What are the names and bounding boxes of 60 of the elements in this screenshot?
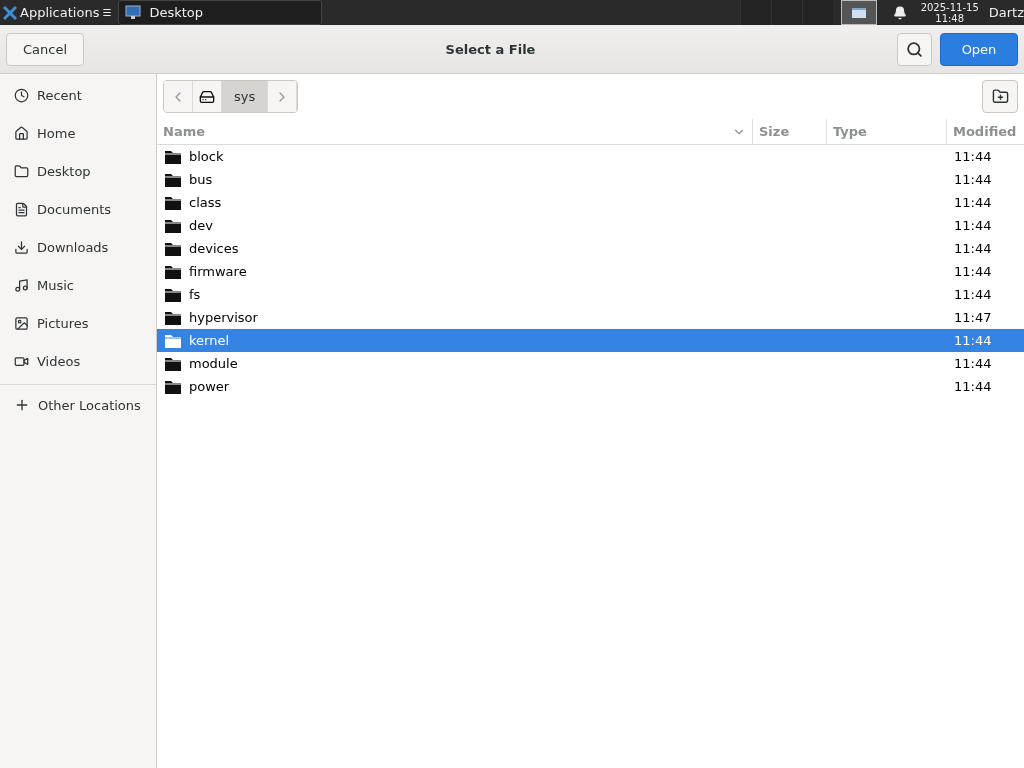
dialog-title: Select a File (444, 41, 537, 57)
drive-button[interactable] (193, 81, 222, 112)
open-button[interactable]: Open (940, 32, 1018, 66)
sidebar-item[interactable]: Downloads (0, 228, 156, 266)
sidebar-item[interactable]: Music (0, 266, 156, 304)
recent-icon (14, 87, 29, 103)
sidebar-item[interactable]: Videos (0, 342, 156, 380)
folder-icon (165, 310, 181, 325)
folder-icon (165, 264, 181, 279)
sidebar-item[interactable]: Pictures (0, 304, 156, 342)
document-icon (14, 201, 29, 217)
clock[interactable]: 2025-11-15 11:48 (920, 1, 979, 24)
folder-icon (14, 163, 29, 179)
file-row[interactable]: devices 11:44 (157, 237, 1024, 260)
workspace-thumbnail[interactable] (801, 0, 833, 25)
file-row[interactable]: module 11:44 (157, 352, 1024, 375)
download-icon (14, 239, 29, 255)
sidebar-item[interactable]: Documents (0, 190, 156, 228)
file-row[interactable]: dev 11:44 (157, 214, 1024, 237)
cancel-button[interactable]: Cancel (6, 32, 85, 66)
applications-menu[interactable]: Applications ☰ (0, 0, 115, 25)
sidebar-item[interactable]: Other Locations (0, 389, 156, 421)
monitor-icon (125, 5, 142, 20)
file-row[interactable]: block 11:44 (157, 145, 1024, 168)
file-row[interactable]: hypervisor 11:47 (157, 306, 1024, 329)
folder-icon (165, 379, 181, 394)
plus-icon (14, 397, 30, 413)
folder-icon (165, 241, 181, 256)
home-icon (14, 125, 29, 141)
drive-icon (199, 88, 215, 105)
file-row[interactable]: kernel 11:44 (157, 329, 1024, 352)
taskbar-window-button[interactable]: Desktop (118, 0, 323, 25)
music-icon (14, 277, 29, 293)
sidebar-item[interactable]: Desktop (0, 152, 156, 190)
search-button[interactable] (897, 32, 932, 66)
folder-icon (165, 172, 181, 187)
file-row[interactable]: class 11:44 (157, 191, 1024, 214)
tray-window-icon[interactable] (840, 0, 877, 25)
file-row[interactable]: firmware 11:44 (157, 260, 1024, 283)
picture-icon (14, 315, 29, 331)
sidebar-item[interactable]: Home (0, 114, 156, 152)
notification-icon[interactable] (892, 5, 907, 20)
sidebar-item[interactable]: Recent (0, 76, 156, 114)
folder-icon (165, 333, 181, 348)
folder-icon (165, 218, 181, 233)
file-row[interactable]: bus 11:44 (157, 168, 1024, 191)
search-icon (906, 40, 923, 58)
folder-icon (165, 287, 181, 302)
folder-icon (165, 149, 181, 164)
folder-icon (165, 195, 181, 210)
user-name[interactable]: Dartz (988, 5, 1024, 20)
folder-icon (165, 356, 181, 371)
new-folder-button[interactable] (982, 80, 1018, 113)
workspace-thumbnail[interactable] (739, 0, 771, 25)
path-button[interactable]: sys (222, 81, 269, 112)
workspace-thumbnail[interactable] (770, 0, 802, 25)
new-folder-icon (991, 88, 1009, 105)
file-row[interactable]: fs 11:44 (157, 283, 1024, 306)
file-row[interactable]: power 11:44 (157, 375, 1024, 398)
app-logo-icon (3, 5, 17, 20)
